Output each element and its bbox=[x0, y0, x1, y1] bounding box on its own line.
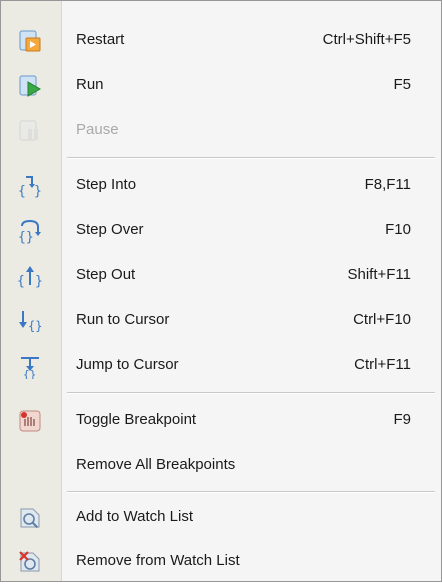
menu-item-shortcut: F8,F11 bbox=[364, 176, 411, 193]
svg-text:{}: {} bbox=[28, 319, 42, 333]
menu-separator bbox=[67, 392, 435, 394]
debug-context-menu: Restart Ctrl+Shift+F5 Run F5 Pause {} S… bbox=[0, 0, 442, 582]
menu-item-label: Run to Cursor bbox=[76, 311, 170, 328]
pause-icon bbox=[17, 118, 43, 144]
step-into-icon: { } bbox=[17, 173, 43, 199]
toggle-breakpoint-icon bbox=[17, 408, 43, 434]
svg-text:{: { bbox=[18, 184, 26, 199]
menu-item-label: Step Into bbox=[76, 176, 137, 193]
menu-item-label: Run bbox=[76, 76, 104, 93]
menu-item-label: Step Out bbox=[76, 266, 136, 283]
menu-item-run-to-cursor[interactable]: {} Run to Cursor Ctrl+F10 bbox=[1, 299, 441, 343]
menu-item-restart[interactable]: Restart Ctrl+Shift+F5 bbox=[1, 19, 441, 63]
menu-item-shortcut: Ctrl+F10 bbox=[353, 311, 411, 328]
remove-watch-icon bbox=[17, 549, 43, 575]
svg-text:}: } bbox=[35, 274, 43, 289]
menu-item-label: Add to Watch List bbox=[76, 508, 193, 525]
svg-text:{}: {} bbox=[23, 368, 36, 379]
menu-item-remove-all-breakpoints[interactable]: Remove All Breakpoints bbox=[1, 444, 441, 488]
menu-item-label: Remove All Breakpoints bbox=[76, 456, 236, 473]
menu-item-step-into[interactable]: { } Step Into F8,F11 bbox=[1, 164, 441, 208]
menu-item-remove-from-watch-list[interactable]: Remove from Watch List bbox=[1, 540, 441, 584]
menu-item-add-to-watch-list[interactable]: Add to Watch List bbox=[1, 496, 441, 540]
menu-item-step-over[interactable]: {} Step Over F10 bbox=[1, 209, 441, 253]
run-to-cursor-icon: {} bbox=[17, 308, 43, 334]
svg-text:}: } bbox=[34, 184, 42, 199]
menu-item-jump-to-cursor[interactable]: {} Jump to Cursor Ctrl+F11 bbox=[1, 344, 441, 388]
menu-separator bbox=[67, 491, 435, 493]
menu-item-run[interactable]: Run F5 bbox=[1, 64, 441, 108]
menu-separator bbox=[67, 157, 435, 159]
menu-item-label: Toggle Breakpoint bbox=[76, 411, 197, 428]
menu-item-pause[interactable]: Pause bbox=[1, 109, 441, 153]
menu-item-label: Pause bbox=[76, 121, 119, 138]
menu-item-shortcut: F10 bbox=[385, 221, 411, 238]
menu-item-shortcut: F5 bbox=[393, 76, 411, 93]
menu-item-shortcut: Ctrl+Shift+F5 bbox=[322, 31, 411, 48]
menu-item-label: Step Over bbox=[76, 221, 144, 238]
menu-item-step-out[interactable]: { } Step Out Shift+F11 bbox=[1, 254, 441, 298]
jump-to-cursor-icon: {} bbox=[17, 353, 43, 379]
menu-item-shortcut: Shift+F11 bbox=[347, 266, 411, 283]
menu-item-shortcut: F9 bbox=[393, 411, 411, 428]
add-watch-icon bbox=[17, 505, 43, 531]
menu-item-toggle-breakpoint[interactable]: Toggle Breakpoint F9 bbox=[1, 399, 441, 443]
menu-item-label: Restart bbox=[76, 31, 125, 48]
step-out-icon: { } bbox=[17, 263, 43, 289]
run-icon bbox=[17, 73, 43, 99]
svg-text:{}: {} bbox=[18, 230, 34, 244]
step-over-icon: {} bbox=[17, 218, 43, 244]
menu-item-label: Jump to Cursor bbox=[76, 356, 179, 373]
menu-item-label: Remove from Watch List bbox=[76, 552, 240, 569]
restart-icon bbox=[17, 28, 43, 54]
menu-item-shortcut: Ctrl+F11 bbox=[354, 356, 411, 373]
svg-text:{: { bbox=[17, 274, 25, 289]
